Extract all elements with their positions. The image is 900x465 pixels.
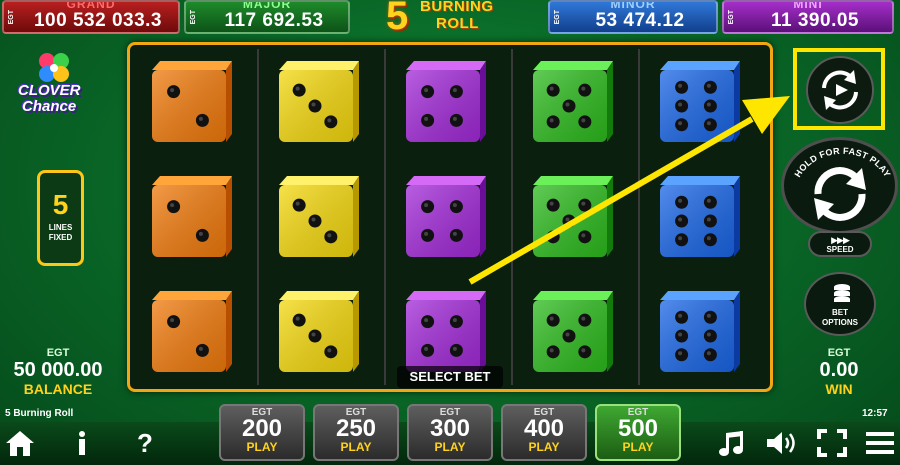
bet-button-400[interactable]: EGT 400 PLAY [501, 404, 587, 461]
die-yellow [275, 288, 359, 372]
bet-amount: 200 [241, 415, 283, 442]
jackpot-grand-egt: EGT [8, 10, 15, 25]
jackpot-mini-value: 11 390.05 [771, 10, 859, 31]
die-purple [402, 58, 486, 142]
die-green [529, 58, 613, 142]
home-button[interactable] [4, 428, 36, 458]
die-orange [148, 173, 232, 257]
jackpot-mini-egt: EGT [728, 10, 735, 25]
jackpot-grand-value: 100 532 033.3 [33, 10, 162, 31]
select-bet-hint: SELECT BET [397, 366, 503, 388]
game-title-word2: ROLL [436, 15, 479, 32]
bet-button-200[interactable]: EGT 200 PLAY [219, 404, 305, 461]
game-title: 5 BURNING ROLL [384, 0, 524, 38]
bet-play-label: PLAY [434, 440, 466, 454]
bet-play-label: PLAY [246, 440, 278, 454]
die-blue [656, 173, 740, 257]
die-blue [656, 288, 740, 372]
music-icon [719, 431, 743, 456]
die-orange [148, 58, 232, 142]
lines-label1: LINES [48, 223, 73, 232]
info-icon [79, 431, 85, 455]
speed-label: SPEED [826, 245, 854, 254]
win-value: 0.00 [819, 359, 859, 381]
bet-options-line2: OPTIONS [821, 318, 858, 327]
help-icon: ? [137, 428, 153, 458]
lines-count: 5 [52, 189, 69, 220]
sound-icon [767, 432, 795, 454]
reel-divider [511, 49, 513, 385]
bet-play-label: PLAY [528, 440, 560, 454]
jackpot-grand: GRAND EGT 100 532 033.3 [2, 0, 180, 34]
game-name: 5 Burning Roll [5, 408, 74, 419]
game-title-word1: BURNING [420, 0, 494, 15]
home-icon [6, 431, 34, 456]
menu-icon [866, 432, 894, 454]
speed-button[interactable]: ▶▶▶ SPEED [808, 231, 872, 257]
balance-display: EGT 50 000.00 BALANCE [0, 347, 116, 397]
bet-button-250[interactable]: EGT 250 PLAY [313, 404, 399, 461]
balance-currency: EGT [46, 347, 70, 359]
balance-label: BALANCE [23, 381, 93, 397]
die-purple [402, 288, 486, 372]
jackpot-mini: MINI EGT 11 390.05 [722, 0, 894, 34]
die-blue [656, 58, 740, 142]
bet-button-500[interactable]: EGT 500 PLAY [595, 404, 681, 461]
lines-label2: FIXED [48, 233, 73, 242]
jackpot-minor-value: 53 474.12 [595, 10, 685, 31]
jackpot-major-egt: EGT [190, 10, 197, 25]
die-yellow [275, 58, 359, 142]
bet-play-label: PLAY [340, 440, 372, 454]
bet-amount: 500 [617, 415, 659, 442]
bet-options-button[interactable]: BET OPTIONS [804, 272, 876, 336]
spin-icon [814, 167, 866, 221]
fullscreen-icon [817, 429, 847, 457]
die-green [529, 173, 613, 257]
game-title-number: 5 [386, 0, 409, 38]
music-button[interactable] [717, 428, 749, 458]
lines-fixed-indicator: 5 LINES FIXED [37, 170, 84, 266]
win-label: WIN [825, 381, 853, 397]
die-yellow [275, 173, 359, 257]
clover-chance-logo: CLOVER Chance [14, 50, 92, 120]
reel-divider [638, 49, 640, 385]
bet-play-label: PLAY [622, 440, 654, 454]
bet-button-300[interactable]: EGT 300 PLAY [407, 404, 493, 461]
die-orange [148, 288, 232, 372]
autoplay-highlight-box [793, 48, 885, 130]
bet-amount: 400 [523, 415, 565, 442]
fullscreen-button[interactable] [816, 428, 848, 458]
jackpot-major: MAJOR EGT 117 692.53 [184, 0, 350, 34]
bet-amount: 300 [429, 415, 471, 442]
spin-button[interactable]: HOLD FOR FAST PLAY [781, 137, 898, 234]
fast-forward-icon: ▶▶▶ [831, 235, 850, 245]
jackpot-minor: MINOR EGT 53 474.12 [548, 0, 718, 34]
win-currency: EGT [827, 347, 851, 359]
help-button[interactable]: ? [132, 428, 158, 458]
clock: 12:57 [862, 408, 888, 419]
coins-icon [834, 284, 850, 302]
jackpot-minor-egt: EGT [554, 10, 561, 25]
logo-line1: CLOVER [18, 82, 81, 99]
reel-divider [384, 49, 386, 385]
jackpot-major-value: 117 692.53 [224, 10, 324, 31]
info-button[interactable] [70, 428, 94, 458]
die-green [529, 288, 613, 372]
bet-options-line1: BET [832, 308, 848, 317]
die-purple [402, 173, 486, 257]
clover-icon [39, 53, 69, 82]
sound-button[interactable] [764, 428, 802, 458]
balance-value: 50 000.00 [13, 359, 103, 381]
bet-options-label: BET OPTIONS [806, 308, 874, 328]
reel-divider [257, 49, 259, 385]
logo-line2: Chance [22, 98, 77, 115]
bet-amount: 250 [335, 415, 377, 442]
menu-button[interactable] [864, 428, 896, 458]
win-display: EGT 0.00 WIN [794, 347, 884, 397]
